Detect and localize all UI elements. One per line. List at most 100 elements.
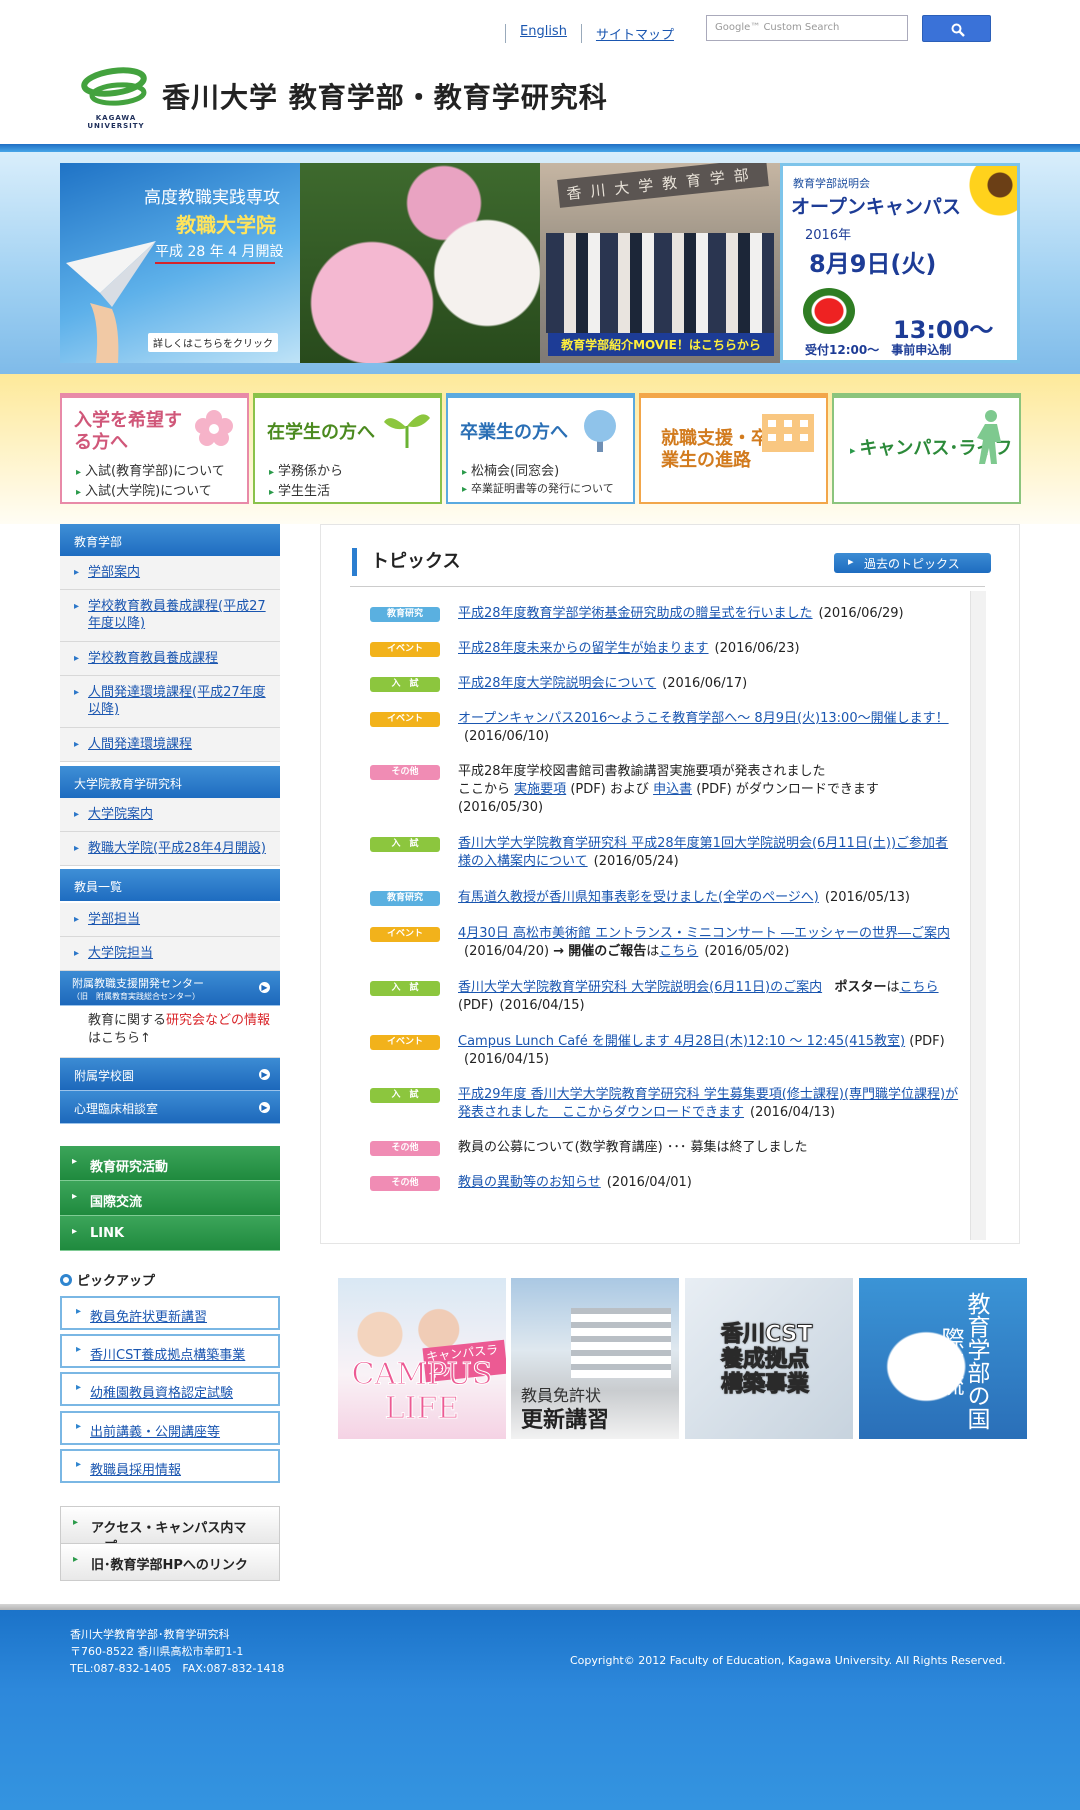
sidebar-counseling-room[interactable]: 心理臨床相談室 ▶ bbox=[60, 1091, 280, 1124]
site-title[interactable]: 香川大学 教育学部・教育学研究科 bbox=[162, 76, 608, 116]
tile-link[interactable]: 入試(大学院)について bbox=[76, 480, 212, 499]
movie-banner[interactable]: 香川大学教育学部 教育学部紹介MOVIE！はこちらから bbox=[540, 163, 780, 363]
topic-date: (2016/06/29) bbox=[818, 606, 904, 621]
topic-date: (2016/04/13) bbox=[750, 1105, 836, 1120]
sidebar-item[interactable]: 教職大学院(平成28年4月開設) bbox=[60, 832, 280, 866]
topic-badge: 教育研究 bbox=[370, 607, 440, 622]
topic-item: その他 平成28年度学校図書館司書教諭講習実施要項が発表されました ここから 実… bbox=[370, 763, 960, 817]
topic-link[interactable]: 平成29年度 香川大学大学院教育学研究科 学生募集要項(修士課程)(専門職学位課… bbox=[458, 1087, 958, 1120]
topic-badge: イベント bbox=[370, 642, 440, 657]
topic-badge: 入 試 bbox=[370, 677, 440, 692]
details-link[interactable]: 詳しくはこちらをクリック bbox=[148, 333, 278, 352]
tile-link[interactable]: 松楠会(同窓会) bbox=[462, 460, 559, 479]
sidebar-item[interactable]: 人間発達環境課程 bbox=[60, 728, 280, 762]
topic-badge: その他 bbox=[370, 1176, 440, 1191]
topics-scrollbar[interactable] bbox=[970, 591, 986, 1240]
banner-text: 教育学部の国際交流 bbox=[937, 1292, 989, 1430]
tile-alumni[interactable]: 卒業生の方へ 松楠会(同窓会) 卒業証明書等の発行について bbox=[446, 393, 635, 504]
campus-life-banner[interactable]: キャンパスライフ CAMPUS LIFE bbox=[338, 1278, 506, 1439]
pickup-item[interactable]: 教職員採用情報 bbox=[60, 1449, 280, 1483]
topic-link[interactable]: 教員の異動等のお知らせ bbox=[458, 1175, 601, 1190]
sidebar-heading-graduate[interactable]: 大学院教育学研究科 bbox=[60, 766, 280, 798]
sidebar-attached-schools[interactable]: 附属学校園 ▶ bbox=[60, 1058, 280, 1091]
topic-date: (2016/06/23) bbox=[714, 641, 800, 656]
sidebar-item[interactable]: 学部担当 bbox=[60, 903, 280, 937]
sidebar-heading-faculty[interactable]: 教育学部 bbox=[60, 524, 280, 556]
circle-icon bbox=[60, 1274, 72, 1286]
top-links: English サイトマップ bbox=[505, 24, 688, 43]
sidebar-item[interactable]: 学校教育教員養成課程(平成27年度以降) bbox=[60, 590, 280, 642]
guideline-pdf-link[interactable]: 実施要項 bbox=[514, 782, 566, 797]
sidebar-center-link[interactable]: 附属教職支援開発センター （旧 附属教育実践総合センター） ▶ bbox=[60, 971, 280, 1006]
search-button[interactable] bbox=[922, 15, 991, 42]
topic-item: イベント 4月30日 高松市美術館 エントランス・ミニコンサート ―エッシャーの… bbox=[370, 925, 960, 961]
sitemap-link[interactable]: サイトマップ bbox=[580, 24, 688, 43]
topic-badge: イベント bbox=[370, 927, 440, 942]
open-campus-banner[interactable]: 教育学部説明会 オープンキャンパス 2016年 8月9日(火) 13:00〜 受… bbox=[780, 163, 1020, 363]
tile-title: 在学生の方へ bbox=[267, 422, 375, 443]
tile-link[interactable]: 卒業証明書等の発行について bbox=[462, 480, 614, 496]
topic-date: (2016/05/24) bbox=[593, 854, 679, 869]
students-photo bbox=[546, 233, 774, 333]
sidebar-item[interactable]: 大学院案内 bbox=[60, 798, 280, 832]
search-input[interactable]: Google™ Custom Search bbox=[706, 15, 908, 41]
pickup-item[interactable]: 出前講義・公開講座等 bbox=[60, 1411, 280, 1445]
sidebar-link[interactable]: LINK bbox=[60, 1216, 280, 1251]
pickup-item[interactable]: 教員免許状更新講習 bbox=[60, 1296, 280, 1330]
license-renewal-banner[interactable]: 教員免許状 更新講習 bbox=[511, 1278, 679, 1439]
topic-link[interactable]: オープンキャンパス2016〜ようこそ教育学部へ〜 8月9日(火)13:00〜開催… bbox=[458, 711, 949, 726]
tile-campus-life[interactable]: ▸ キャンパス･ライフ bbox=[832, 393, 1021, 504]
old-site-link[interactable]: 旧･教育学部HPへのリンク bbox=[60, 1543, 280, 1581]
topic-link[interactable]: 香川大学大学院教育学研究科 平成28年度第1回大学院説明会(6月11日(土))ご… bbox=[458, 836, 948, 869]
tile-title: 入学を希望する方へ bbox=[74, 410, 182, 453]
tile-students[interactable]: 在学生の方へ 学務係から 学生生活 bbox=[253, 393, 442, 504]
sidebar-item[interactable]: 学校教育教員養成課程 bbox=[60, 642, 280, 676]
tile-career[interactable]: 就職支援・卒業生の進路 bbox=[639, 393, 828, 504]
sidebar-international[interactable]: 国際交流 bbox=[60, 1181, 280, 1216]
international-banner[interactable]: 教育学部の国際交流 bbox=[859, 1278, 1027, 1439]
sidebar-item[interactable]: 人間発達環境課程(平成27年度以降) bbox=[60, 676, 280, 728]
access-map-link[interactable]: アクセス・キャンパス内マップ bbox=[60, 1506, 280, 1555]
flower-icon bbox=[195, 410, 233, 446]
sidebar-heading-faculty-list[interactable]: 教員一覧 bbox=[60, 869, 280, 901]
application-pdf-link[interactable]: 申込書 bbox=[653, 782, 692, 797]
tile-link[interactable]: 学生生活 bbox=[269, 480, 330, 499]
tile-link[interactable]: 入試(教育学部)について bbox=[76, 460, 225, 479]
copyright: Copyright© 2012 Faculty of Education, Ka… bbox=[570, 1654, 1006, 1667]
past-topics-button[interactable]: 過去のトピックス bbox=[834, 553, 991, 573]
english-link[interactable]: English bbox=[505, 24, 581, 43]
banner-time: 13:00〜 bbox=[893, 316, 994, 344]
topic-link[interactable]: 4月30日 高松市美術館 エントランス・ミニコンサート ―エッシャーの世界―ご案… bbox=[458, 926, 950, 941]
graduate-school-banner[interactable]: 高度教職実践専攻 教職大学院 平成 28 年 4 月開設 詳しくはこちらをクリッ… bbox=[60, 163, 300, 363]
tile-link[interactable]: 学務係から bbox=[269, 460, 343, 479]
topic-item: 教育研究 有馬道久教授が香川県知事表彰を受けました(全学のページへ) (2016/… bbox=[370, 889, 960, 907]
sidebar-research-activities[interactable]: 教育研究活動 bbox=[60, 1146, 280, 1181]
topic-link[interactable]: 平成28年度未来からの留学生が始まります bbox=[458, 641, 709, 656]
topic-link[interactable]: 平成28年度教育学部学術基金研究助成の贈呈式を行いました bbox=[458, 606, 813, 621]
sidebar-item[interactable]: 大学院担当 bbox=[60, 937, 280, 971]
topic-date: (2016/04/20) bbox=[464, 944, 550, 959]
footer-address: 香川大学教育学部･教育学研究科 〒760-8522 香川県高松市幸町1-1 TE… bbox=[70, 1628, 285, 1675]
topic-item: 教育研究 平成28年度教育学部学術基金研究助成の贈呈式を行いました (2016/0… bbox=[370, 605, 960, 623]
topic-link[interactable]: 有馬道久教授が香川県知事表彰を受けました(全学のページへ) bbox=[458, 890, 819, 905]
topic-link[interactable]: 香川大学大学院教育学研究科 大学院説明会(6月11日)のご案内 bbox=[458, 980, 822, 995]
cst-banner[interactable]: 香川CST養成拠点構築事業 bbox=[685, 1278, 853, 1439]
topic-link[interactable]: 平成28年度大学院説明会について bbox=[458, 676, 656, 691]
sidebar-item[interactable]: 学部案内 bbox=[60, 556, 280, 590]
topic-item: イベント Campus Lunch Café を開催します 4月28日(木)12… bbox=[370, 1033, 960, 1069]
movie-link[interactable]: 教育学部紹介MOVIE！はこちらから bbox=[548, 333, 774, 356]
topic-date: (2016/06/10) bbox=[464, 729, 550, 744]
poster-link[interactable]: こちら bbox=[900, 980, 939, 995]
hydrangea-photo bbox=[300, 163, 540, 363]
research-note[interactable]: 教育に関する研究会などの情報はこちら↑ bbox=[60, 1006, 280, 1058]
tile-prospective[interactable]: 入学を希望する方へ 入試(教育学部)について 入試(大学院)について bbox=[60, 393, 249, 504]
topic-date: (2016/05/30) bbox=[458, 800, 544, 815]
pickup-item[interactable]: 香川CST養成拠点構築事業 bbox=[60, 1334, 280, 1368]
university-logo[interactable] bbox=[80, 64, 152, 114]
report-link[interactable]: こちら bbox=[659, 944, 698, 959]
pickup-item[interactable]: 幼稚園教員資格認定試験 bbox=[60, 1372, 280, 1406]
topic-text: 平成28年度学校図書館司書教諭講習実施要項が発表されました bbox=[458, 764, 826, 779]
topic-link[interactable]: Campus Lunch Café を開催します 4月28日(木)12:10 〜… bbox=[458, 1034, 905, 1049]
topic-badge: イベント bbox=[370, 712, 440, 727]
topic-text: 教員の公募について(数学教育講座) ･･･ 募集は終了しました bbox=[458, 1140, 808, 1155]
